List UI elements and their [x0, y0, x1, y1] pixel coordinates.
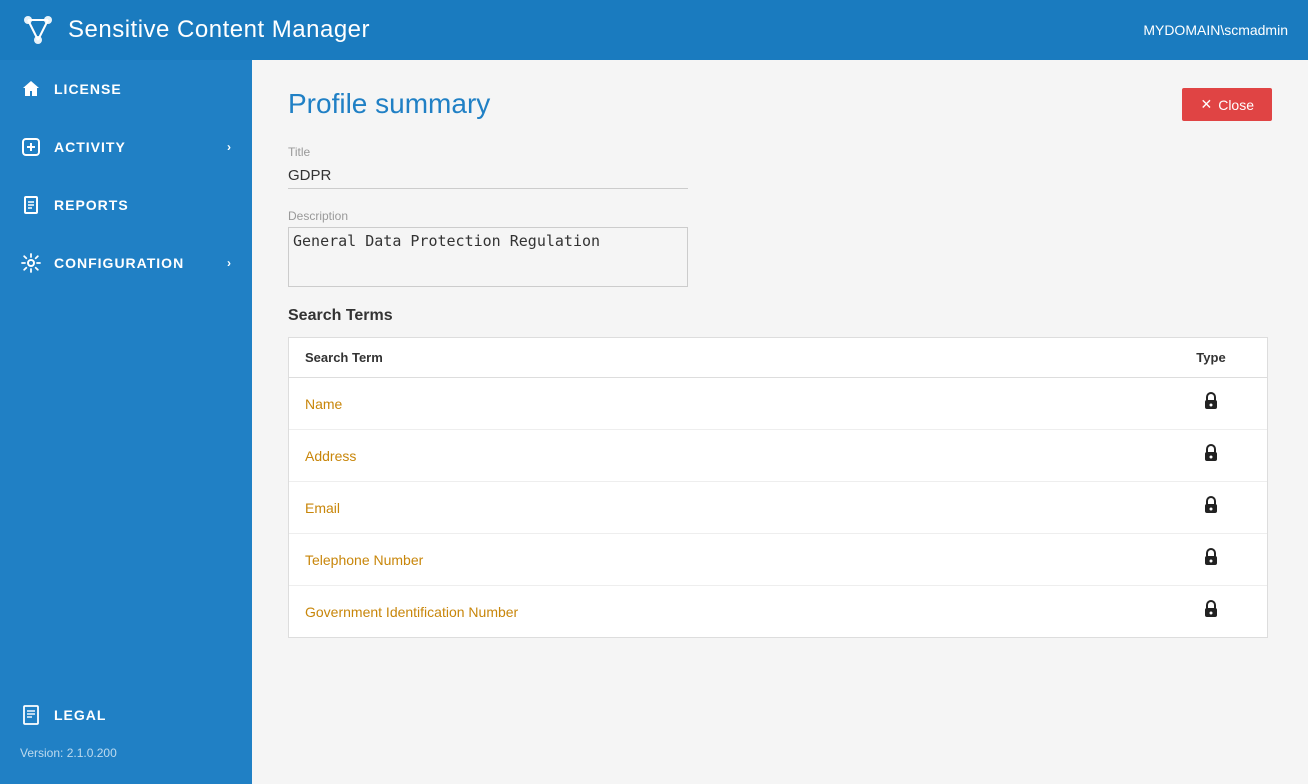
app-logo-icon [20, 12, 56, 48]
configuration-icon [20, 252, 42, 274]
table-scroll-area[interactable]: Name Address Email Telephone Number Governme… [289, 378, 1267, 637]
sidebar-label-reports: REPORTS [54, 197, 129, 213]
sidebar-item-activity[interactable]: ACTIVITY › [0, 118, 252, 176]
sidebar-item-reports[interactable]: REPORTS [0, 176, 252, 234]
search-terms-section-title: Search Terms [288, 307, 1272, 325]
row-term: Address [305, 448, 1171, 464]
row-term: Email [305, 500, 1171, 516]
sidebar-label-configuration: CONFIGURATION [54, 255, 184, 271]
lock-icon [1171, 390, 1251, 417]
col-header-type: Type [1171, 350, 1251, 365]
main-layout: LICENSE ACTIVITY › [0, 60, 1308, 784]
header-left: Sensitive Content Manager [20, 12, 370, 48]
description-label: Description [288, 209, 1272, 223]
sidebar-bottom: LEGAL Version: 2.1.0.200 [0, 680, 252, 784]
version-text: Version: 2.1.0.200 [0, 740, 252, 774]
activity-chevron-icon: › [227, 140, 232, 154]
main-content: Profile summary ✕ Close Title Descriptio… [252, 60, 1308, 784]
sidebar-nav: LICENSE ACTIVITY › [0, 60, 252, 292]
app-header: Sensitive Content Manager MYDOMAIN\scmad… [0, 0, 1308, 60]
sidebar-label-activity: ACTIVITY [54, 139, 126, 155]
table-row[interactable]: Name [289, 378, 1267, 430]
table-header: Search Term Type [289, 338, 1267, 378]
sidebar-label-license: LICENSE [54, 81, 122, 97]
sidebar-item-legal[interactable]: LEGAL [0, 690, 252, 740]
col-header-term: Search Term [305, 350, 1171, 365]
lock-icon [1171, 494, 1251, 521]
row-term: Name [305, 396, 1171, 412]
search-terms-table: Search Term Type Name Address Email Telepho… [288, 337, 1268, 638]
description-form-group: Description [288, 209, 1272, 287]
close-button[interactable]: ✕ Close [1182, 88, 1272, 121]
lock-icon [1171, 442, 1251, 469]
sidebar: LICENSE ACTIVITY › [0, 60, 252, 784]
sidebar-item-configuration[interactable]: CONFIGURATION › [0, 234, 252, 292]
lock-icon [1171, 546, 1251, 573]
page-header: Profile summary ✕ Close [288, 88, 1272, 121]
row-term: Telephone Number [305, 552, 1171, 568]
lock-icon [1171, 598, 1251, 625]
activity-icon [20, 136, 42, 158]
header-user: MYDOMAIN\scmadmin [1143, 22, 1288, 38]
page-title: Profile summary [288, 88, 490, 120]
sidebar-label-legal: LEGAL [54, 707, 106, 723]
house-icon [20, 78, 42, 100]
description-textarea[interactable] [288, 227, 688, 287]
configuration-chevron-icon: › [227, 256, 232, 270]
table-row[interactable]: Government Identification Number [289, 586, 1267, 637]
reports-icon [20, 194, 42, 216]
table-row[interactable]: Telephone Number [289, 534, 1267, 586]
title-label: Title [288, 145, 1272, 159]
close-x-icon: ✕ [1200, 96, 1212, 113]
close-button-label: Close [1218, 97, 1254, 113]
table-row[interactable]: Email [289, 482, 1267, 534]
sidebar-item-license[interactable]: LICENSE [0, 60, 252, 118]
title-input[interactable] [288, 163, 688, 189]
row-term: Government Identification Number [305, 604, 1171, 620]
title-form-group: Title [288, 145, 1272, 189]
legal-icon [20, 704, 42, 726]
table-row[interactable]: Address [289, 430, 1267, 482]
app-title: Sensitive Content Manager [68, 16, 370, 44]
